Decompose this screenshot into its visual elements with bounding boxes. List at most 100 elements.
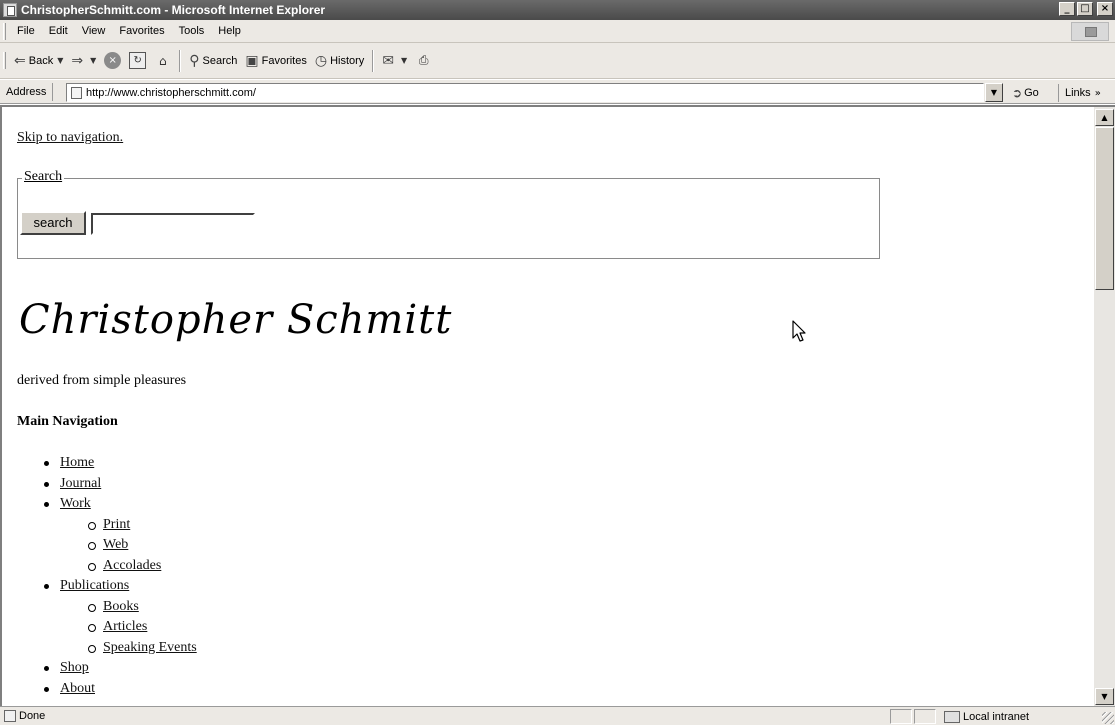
back-button[interactable]: ⇐ Back ▼ — [10, 49, 67, 73]
status-pane — [914, 709, 936, 724]
local-intranet-icon — [944, 710, 960, 723]
scroll-down-button[interactable]: ▼ — [1095, 688, 1114, 705]
go-arrow-icon: ➲ — [1012, 86, 1023, 100]
nav-item-articles: Articles — [17, 617, 197, 638]
status-bar: Done Local intranet — [0, 706, 1115, 725]
forward-dropdown-icon[interactable]: ▼ — [90, 56, 96, 65]
address-label: Address — [0, 82, 54, 101]
nav-link-speaking-events[interactable]: Speaking Events — [103, 640, 197, 655]
title-bar[interactable]: ChristopherSchmitt.com - Microsoft Inter… — [0, 0, 1115, 20]
menu-favorites[interactable]: Favorites — [112, 25, 171, 37]
go-label: Go — [1024, 87, 1039, 99]
ie-page-icon — [3, 3, 17, 17]
toolbar-separator — [372, 49, 375, 72]
menu-tools[interactable]: Tools — [172, 25, 212, 37]
search-input[interactable] — [91, 213, 255, 235]
nav-link-articles[interactable]: Articles — [103, 619, 147, 634]
menu-help[interactable]: Help — [211, 25, 248, 37]
back-label: Back — [28, 54, 54, 67]
nav-link-work[interactable]: Work — [60, 496, 91, 511]
favorites-folder-icon: ▣ — [245, 52, 259, 69]
resize-grip[interactable] — [1102, 712, 1114, 724]
menu-view[interactable]: View — [75, 25, 113, 37]
refresh-icon[interactable]: ↻ — [129, 52, 147, 69]
mail-icon: ✉ — [382, 52, 395, 69]
nav-item-about: About — [17, 679, 197, 700]
mail-button[interactable]: ✉ ▼ — [378, 49, 411, 73]
nav-item-home: Home — [17, 453, 197, 474]
security-zone-label: Local intranet — [963, 710, 1030, 723]
nav-link-journal[interactable]: Journal — [60, 476, 101, 491]
history-icon: ◷ — [314, 52, 328, 69]
scroll-thumb[interactable] — [1095, 127, 1114, 290]
nav-item-journal: Journal — [17, 474, 197, 495]
nav-item-web: Web — [17, 535, 197, 556]
search-icon: ⚲ — [189, 52, 200, 69]
go-button[interactable]: ➲ Go — [1012, 84, 1039, 102]
windows-flag-icon — [1085, 27, 1097, 37]
status-text: Done — [19, 710, 46, 722]
nav-item-speaking-events: Speaking Events — [17, 638, 197, 659]
favorites-toolbar-label: Favorites — [261, 54, 307, 67]
nav-link-books[interactable]: Books — [103, 599, 139, 614]
print-icon[interactable]: ⎙ — [415, 52, 432, 69]
status-panes — [890, 709, 938, 724]
nav-link-accolades[interactable]: Accolades — [103, 558, 161, 573]
nav-item-accolades: Accolades — [17, 556, 197, 577]
address-bar: Address http://www.christopherschmitt.co… — [0, 80, 1115, 104]
mail-dropdown-icon[interactable]: ▼ — [401, 56, 407, 65]
nav-item-work: Work — [17, 494, 197, 515]
nav-link-publications[interactable]: Publications — [60, 578, 129, 593]
nav-link-web[interactable]: Web — [103, 537, 128, 552]
close-button[interactable]: × — [1097, 2, 1113, 16]
minimize-button[interactable]: _ — [1059, 2, 1075, 16]
nav-link-shop[interactable]: Shop — [60, 660, 89, 675]
search-submit-button[interactable]: search — [20, 211, 86, 235]
windows-logo-throbber — [1071, 22, 1109, 41]
links-toolbar[interactable]: Links » — [1058, 84, 1101, 102]
standard-toolbar: ⇐ Back ▼ ⇒ ▼ × ↻ ⌂ ⚲ Search ▣ Favorites … — [0, 43, 1115, 79]
address-dropdown-button[interactable]: ▼ — [985, 83, 1003, 102]
stop-icon[interactable]: × — [104, 52, 122, 69]
address-url[interactable]: http://www.christopherschmitt.com/ — [86, 87, 256, 99]
page-viewport[interactable]: Skip to navigation. Search search Christ… — [0, 105, 1094, 706]
window-title: ChristopherSchmitt.com - Microsoft Inter… — [21, 3, 326, 17]
nav-item-books: Books — [17, 597, 197, 618]
links-label: Links — [1065, 87, 1091, 99]
address-input[interactable]: http://www.christopherschmitt.com/ — [66, 83, 984, 102]
menu-edit[interactable]: Edit — [42, 25, 75, 37]
forward-button[interactable]: ⇒ ▼ — [67, 49, 100, 73]
maximize-button[interactable]: □ — [1077, 2, 1093, 16]
page-status-icon — [4, 710, 16, 722]
nav-item-shop: Shop — [17, 658, 197, 679]
home-icon[interactable]: ⌂ — [154, 52, 171, 69]
search-toolbar-button[interactable]: ⚲ Search — [185, 49, 241, 73]
site-tagline: derived from simple pleasures — [17, 373, 187, 388]
chevron-right-icon[interactable]: » — [1095, 88, 1101, 99]
page-icon — [71, 87, 82, 99]
toolbar-grip[interactable] — [3, 22, 6, 40]
history-toolbar-button[interactable]: ◷ History — [311, 49, 368, 73]
nav-link-print[interactable]: Print — [103, 517, 130, 532]
main-navigation-list: Home Journal Work Print Web Accolades Pu… — [17, 453, 197, 699]
site-logo-text: Christopher Schmitt — [19, 297, 452, 343]
skip-to-navigation-link[interactable]: Skip to navigation. — [17, 130, 123, 146]
search-fieldset: Search search — [17, 169, 880, 259]
menu-file[interactable]: File — [10, 25, 42, 37]
site-logo: Christopher Schmitt — [19, 297, 452, 343]
vertical-scrollbar[interactable]: ▲ ▼ — [1094, 105, 1115, 706]
scroll-up-button[interactable]: ▲ — [1095, 109, 1114, 126]
status-pane — [890, 709, 912, 724]
back-dropdown-icon[interactable]: ▼ — [57, 56, 63, 65]
toolbar-grip[interactable] — [3, 52, 6, 69]
toolbar-separator — [179, 49, 182, 72]
nav-link-home[interactable]: Home — [60, 455, 94, 470]
mouse-pointer-icon — [792, 320, 806, 342]
search-toolbar-label: Search — [202, 54, 238, 67]
window-controls: _ □ × — [1059, 2, 1113, 16]
forward-arrow-icon: ⇒ — [71, 52, 84, 69]
nav-item-publications: Publications — [17, 576, 197, 597]
security-zone: Local intranet — [944, 709, 1029, 724]
nav-link-about[interactable]: About — [60, 681, 95, 696]
favorites-toolbar-button[interactable]: ▣ Favorites — [241, 49, 310, 73]
